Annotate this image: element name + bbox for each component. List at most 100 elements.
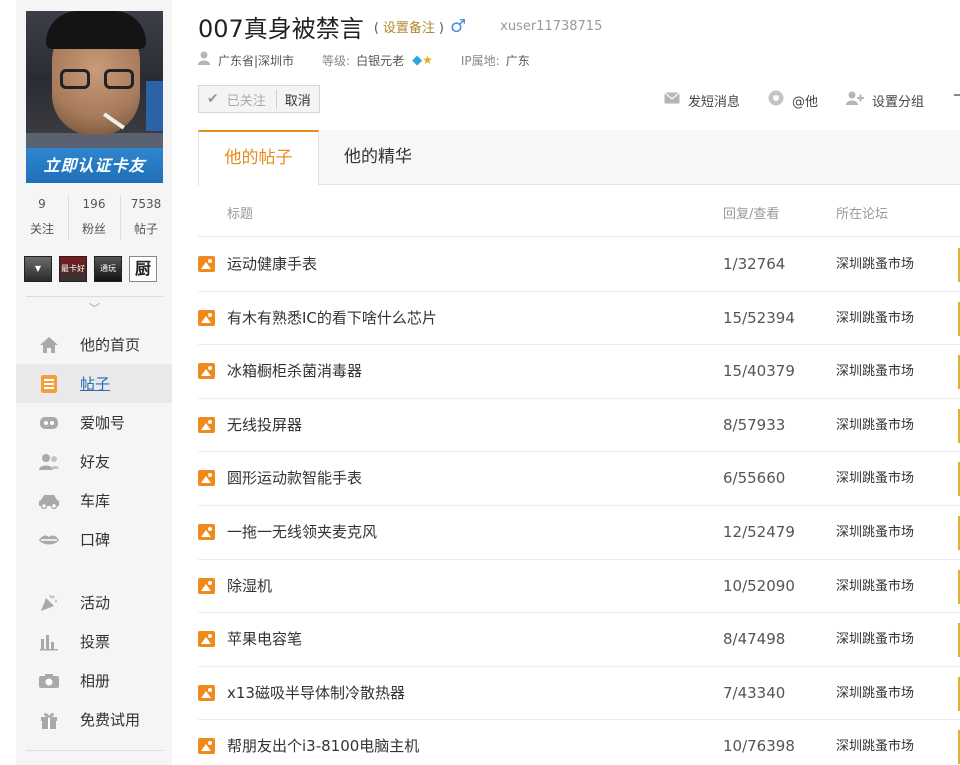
camera-icon (38, 670, 60, 692)
header-title: 标题 (227, 207, 254, 222)
mention-button[interactable]: @他 (768, 90, 818, 110)
medal-list: ▼ 最卡好司机 通玩 厨 (24, 256, 157, 282)
table-row: 无线投屏器 8/57933 深圳跳蚤市场 (198, 399, 960, 453)
sidebar-item-garage[interactable]: 车库 (16, 481, 172, 520)
sidebar-item-label: 他的首页 (80, 336, 141, 354)
image-post-icon (198, 577, 215, 594)
male-gender-icon: ♂ (449, 15, 467, 37)
check-icon: ✔ (207, 91, 219, 107)
more-indicator (954, 94, 960, 96)
forum-link[interactable]: 深圳跳蚤市场 (836, 613, 914, 666)
tab-his-featured[interactable]: 他的精华 (319, 130, 437, 185)
image-post-icon (198, 470, 215, 487)
image-post-icon (198, 738, 215, 755)
medal-badge[interactable]: 厨 (129, 256, 157, 282)
post-title-link[interactable]: 有木有熟悉IC的看下啥什么芯片 (227, 292, 437, 345)
forum-link[interactable]: 深圳跳蚤市场 (836, 238, 914, 291)
aika-icon (38, 412, 60, 434)
location-text: 广东省|深圳市 (218, 53, 295, 68)
post-title-link[interactable]: x13磁吸半导体制冷散热器 (227, 667, 405, 720)
sidebar-item-activity[interactable]: 活动 (16, 583, 172, 622)
post-title-link[interactable]: 苹果电容笔 (227, 613, 302, 666)
sidebar-item-posts[interactable]: 帖子 (16, 364, 172, 403)
send-message-button[interactable]: 发短消息 (664, 90, 740, 110)
table-row: 苹果电容笔 8/47498 深圳跳蚤市场 (198, 613, 960, 667)
medal-badge[interactable]: 最卡好司机 (59, 256, 87, 282)
chevron-down-icon: ﹀ (89, 302, 100, 315)
expand-medals-toggle[interactable]: ﹀ (26, 296, 163, 315)
image-post-icon (198, 523, 215, 540)
medal-badge[interactable]: ▼ (24, 256, 52, 282)
image-post-icon (198, 416, 215, 433)
sidebar-item-reviews[interactable]: 口碑 (16, 520, 172, 559)
set-remark-link[interactable]: 设置备注 (383, 21, 435, 36)
post-icon (38, 373, 60, 395)
table-row: 运动健康手表 1/32764 深圳跳蚤市场 (198, 238, 960, 292)
send-message-label: 发短消息 (688, 94, 741, 110)
table-row: x13磁吸半导体制冷散热器 7/43340 深圳跳蚤市场 (198, 667, 960, 721)
sidebar: 立即认证卡友 9 关注 196 粉丝 7538 帖子 ▼ 最卡好司机 通玩 厨 … (16, 0, 172, 765)
sidebar-item-label: 免费试用 (80, 711, 141, 729)
forum-link[interactable]: 深圳跳蚤市场 (836, 506, 914, 559)
image-post-icon (198, 684, 215, 701)
sidebar-item-vote[interactable]: 投票 (16, 622, 172, 661)
forum-link[interactable]: 深圳跳蚤市场 (836, 720, 914, 765)
forum-link[interactable]: 深圳跳蚤市场 (836, 560, 914, 613)
profile-info: 广东省|深圳市 等级: 白银元老 ◆ ★ IP属地: 广东 (198, 50, 530, 70)
profile-header: 007真身被禁言 (设置备注) ♂ xuser11738715 (198, 8, 602, 44)
post-title-link[interactable]: 除湿机 (227, 560, 272, 613)
post-title-link[interactable]: 圆形运动款智能手表 (227, 452, 362, 505)
forum-link[interactable]: 深圳跳蚤市场 (836, 399, 914, 452)
reply-view-count: 10/76398 (723, 737, 795, 756)
stat-posts-count: 7538 (130, 197, 162, 211)
sidebar-item-trial[interactable]: 免费试用 (16, 700, 172, 739)
stat-posts[interactable]: 7538 帖子 (120, 194, 172, 246)
post-title-link[interactable]: 帮朋友出个i3-8100电脑主机 (227, 720, 419, 765)
image-post-icon (198, 309, 215, 326)
mention-label: @他 (792, 94, 819, 110)
post-title-link[interactable]: 一拖一无线领夹麦克风 (227, 506, 377, 559)
post-title-link[interactable]: 无线投屏器 (227, 399, 302, 452)
medal-badge[interactable]: 通玩 (94, 256, 122, 282)
table-row: 冰箱橱柜杀菌消毒器 15/40379 深圳跳蚤市场 (198, 345, 960, 399)
sidebar-item-friends[interactable]: 好友 (16, 442, 172, 481)
sidebar-item-album[interactable]: 相册 (16, 661, 172, 700)
header-reply-view: 回复/查看 (723, 207, 780, 222)
tab-his-posts[interactable]: 他的帖子 (198, 130, 319, 186)
stat-fans[interactable]: 196 粉丝 (68, 194, 120, 246)
sidebar-item-label: 好友 (80, 453, 111, 471)
ip-value: 广东 (505, 53, 530, 68)
table-header: 标题 回复/查看 所在论坛 (198, 186, 960, 237)
sidebar-item-aika[interactable]: 爱咖号 (16, 403, 172, 442)
sidebar-item-label: 帖子 (80, 375, 111, 393)
stat-following[interactable]: 9 关注 (16, 194, 68, 246)
post-title-link[interactable]: 冰箱橱柜杀菌消毒器 (227, 345, 362, 398)
sidebar-item-home[interactable]: 他的首页 (16, 325, 172, 364)
level-value: 白银元老 (356, 53, 405, 68)
post-tabs: 他的帖子 他的精华 (198, 130, 960, 186)
sidebar-nav: 他的首页 帖子 爱咖号 好友 车库 口碑 活动 投票 相册 免费试用 (16, 325, 172, 739)
sidebar-item-label: 爱咖号 (80, 414, 126, 432)
set-group-button[interactable]: 设置分组 (846, 90, 924, 110)
forum-link[interactable]: 深圳跳蚤市场 (836, 292, 914, 345)
post-title-link[interactable]: 运动健康手表 (227, 238, 317, 291)
table-row: 圆形运动款智能手表 6/55660 深圳跳蚤市场 (198, 452, 960, 506)
reply-view-count: 1/32764 (723, 255, 786, 273)
remark-group: (设置备注) (373, 20, 444, 36)
forum-link[interactable]: 深圳跳蚤市场 (836, 667, 914, 720)
verify-badge-button[interactable]: 立即认证卡友 (26, 148, 163, 183)
user-group-icon (846, 91, 865, 109)
unfollow-button[interactable]: 取消 (275, 89, 319, 109)
forum-link[interactable]: 深圳跳蚤市场 (836, 452, 914, 505)
at-icon (768, 90, 784, 110)
image-post-icon (198, 256, 215, 272)
chart-icon (38, 631, 60, 653)
car-icon (38, 490, 60, 512)
user-id: xuser11738715 (500, 18, 603, 34)
level-key: 等级: (322, 53, 351, 68)
stat-posts-label: 帖子 (133, 222, 158, 236)
reply-view-count: 7/43340 (723, 683, 786, 702)
stat-following-label: 关注 (29, 222, 54, 236)
forum-link[interactable]: 深圳跳蚤市场 (836, 345, 914, 398)
party-icon (38, 592, 60, 614)
